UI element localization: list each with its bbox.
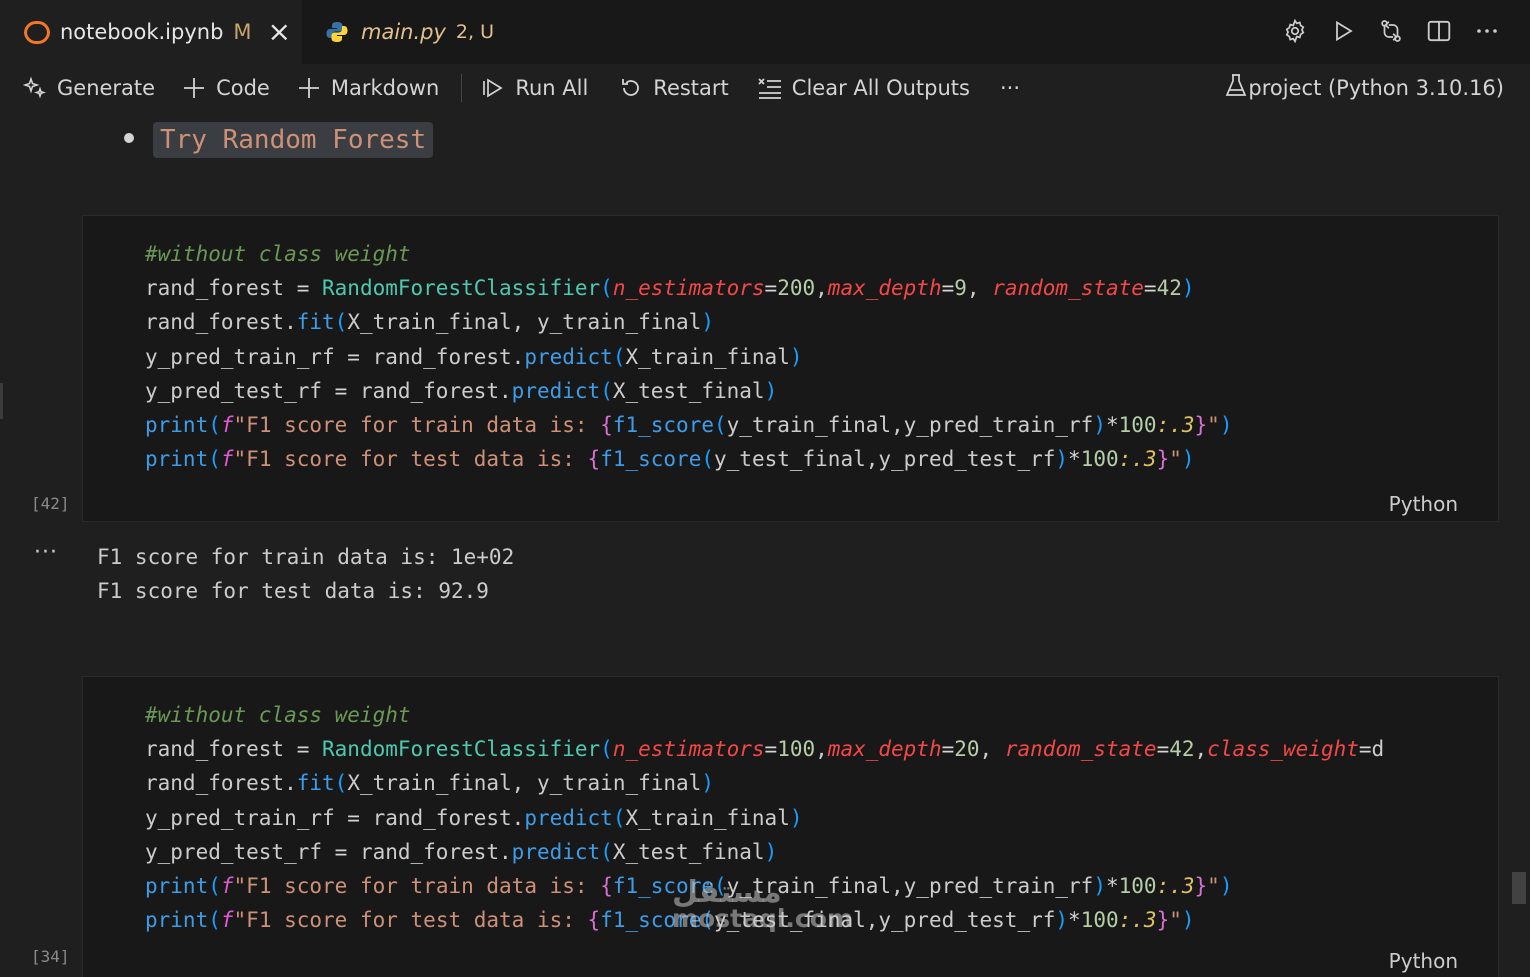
bullet-point — [124, 133, 134, 143]
execution-count: [42] — [31, 494, 70, 513]
param-n-estimators: 200 — [777, 276, 816, 301]
run-icon[interactable] — [1330, 14, 1356, 48]
run-all-icon — [480, 75, 506, 101]
sparkle-icon — [22, 75, 48, 101]
more-actions-icon[interactable] — [1474, 14, 1500, 48]
sash-handle[interactable] — [0, 383, 3, 419]
more-toolbar-button[interactable]: ··· — [1000, 68, 1020, 108]
kernel-picker[interactable]: project (Python 3.10.16) — [1224, 64, 1504, 112]
tab-modified-badge: M — [233, 20, 252, 44]
scrollbar-thumb[interactable] — [1512, 872, 1526, 904]
plus-icon — [296, 75, 322, 101]
add-code-button[interactable]: Code — [181, 68, 270, 108]
output-line: F1 score for test data is: 92.9 — [97, 579, 489, 603]
plus-icon — [181, 75, 207, 101]
restart-label: Restart — [653, 76, 729, 100]
output-line: F1 score for train data is: 1e+02 — [97, 545, 515, 569]
notebook-toolbar: Generate Code Markdown Run All Restart C… — [0, 64, 1530, 112]
restart-icon — [618, 75, 644, 101]
tab-status-badge: 2, U — [455, 21, 494, 43]
run-all-label: Run All — [515, 76, 589, 100]
ellipsis-label: ··· — [999, 76, 1021, 100]
code-comment: #without class weight — [145, 242, 411, 266]
generate-label: Generate — [57, 76, 156, 100]
close-icon[interactable]: × — [268, 18, 291, 46]
python-icon — [325, 20, 349, 44]
clear-all-icon — [757, 75, 783, 101]
param-n-estimators: 100 — [777, 737, 816, 762]
run-all-button[interactable]: Run All — [480, 68, 588, 108]
tab-main-py[interactable]: main.py 2, U — [325, 0, 494, 64]
param-random-state: 42 — [1169, 737, 1195, 762]
tab-label: notebook.ipynb — [60, 20, 224, 44]
markdown-label: Markdown — [330, 76, 440, 100]
param-max-depth: 9 — [954, 276, 967, 301]
code-label: Code — [216, 76, 270, 100]
code-comment: #without class weight — [145, 703, 411, 727]
generate-button[interactable]: Generate — [22, 68, 155, 108]
clear-outputs-button[interactable]: Clear All Outputs — [757, 68, 970, 108]
watermark: مستقل mostaql.com — [672, 878, 853, 933]
cell-language[interactable]: Python — [1389, 492, 1458, 516]
add-markdown-button[interactable]: Markdown — [296, 68, 439, 108]
editor-actions — [1282, 14, 1500, 48]
kernel-label: project (Python 3.10.16) — [1248, 76, 1504, 100]
tab-label: main.py — [361, 20, 446, 44]
cell-language[interactable]: Python — [1389, 949, 1458, 973]
gear-icon[interactable] — [1282, 14, 1308, 48]
toolbar-divider — [461, 74, 463, 102]
param-max-depth: 20 — [954, 737, 980, 762]
compare-changes-icon[interactable] — [1378, 14, 1404, 48]
tab-notebook[interactable]: notebook.ipynb M × — [0, 0, 302, 64]
split-editor-icon[interactable] — [1426, 14, 1452, 48]
cell-editor[interactable]: #without class weight rand_forest = Rand… — [145, 237, 1232, 476]
restart-button[interactable]: Restart — [618, 68, 729, 108]
param-random-state: 42 — [1156, 276, 1182, 301]
flask-icon — [1224, 73, 1248, 104]
watermark-url: mostaql.com — [672, 904, 853, 933]
cell-output: F1 score for train data is: 1e+02 F1 sco… — [97, 540, 514, 608]
markdown-inline-code: Try Random Forest — [153, 122, 434, 158]
jupyter-icon — [22, 18, 50, 46]
clear-outputs-label: Clear All Outputs — [791, 76, 970, 100]
tab-bar: notebook.ipynb M × main.py 2, U — [0, 0, 1530, 64]
output-more-icon[interactable]: ··· — [34, 540, 58, 565]
execution-count: [34] — [31, 947, 70, 966]
